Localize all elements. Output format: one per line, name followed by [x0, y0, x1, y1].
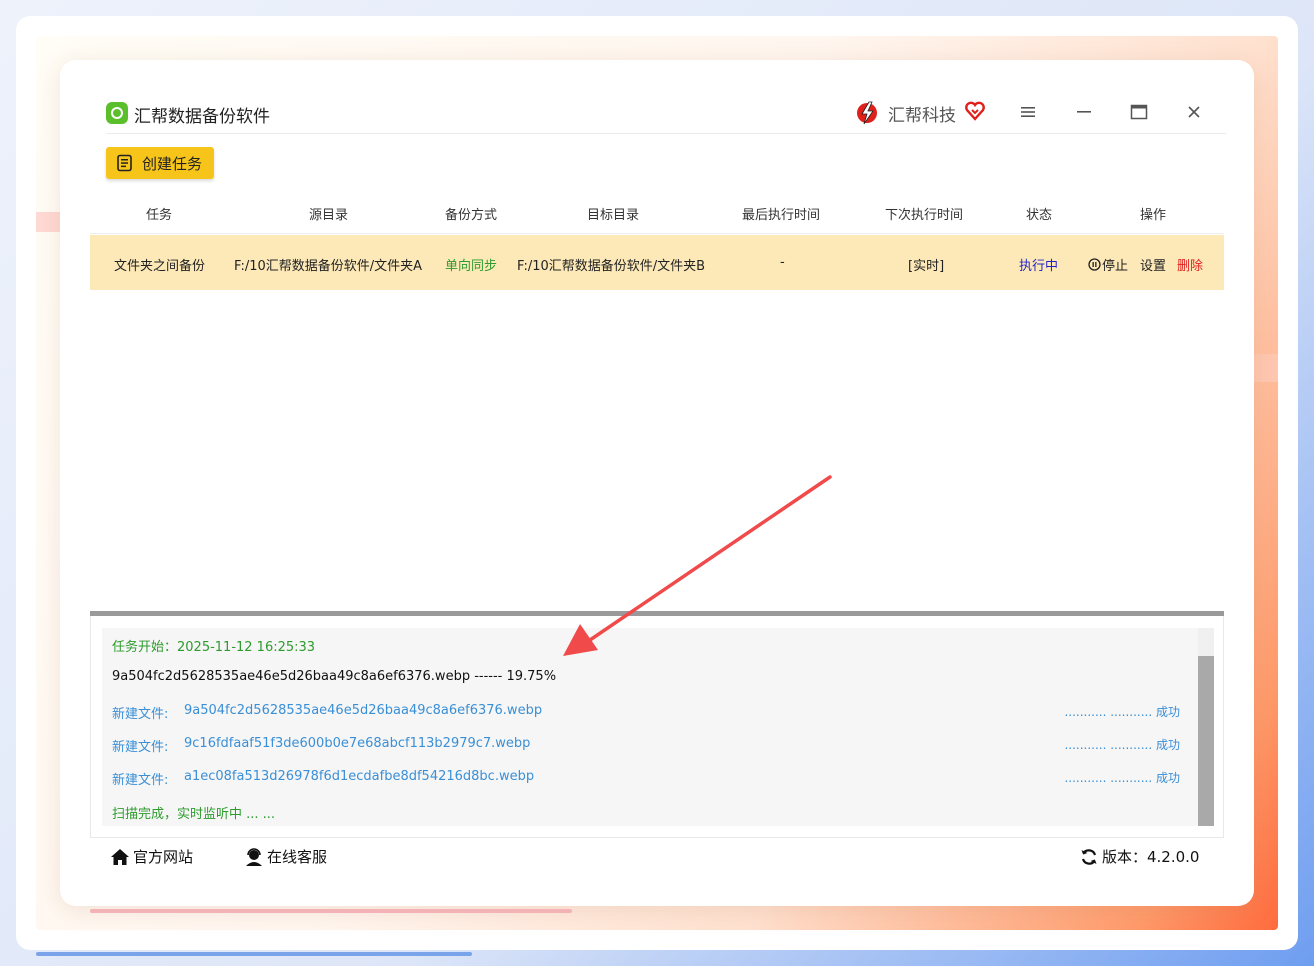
home-icon: [111, 848, 129, 865]
cell-task: 文件夹之间备份: [114, 259, 206, 274]
pause-icon: [1088, 258, 1101, 271]
app-window: 汇帮数据备份软件 汇帮科技 创建任务 任务 源目录 备份方式 目标目录 最后执行…: [60, 60, 1254, 906]
log-entry-file: 9c16fdfaaf51f3de600b0e7e68abcf113b2979c7…: [184, 736, 531, 751]
delete-button[interactable]: 删除: [1177, 255, 1203, 274]
create-task-label: 创建任务: [142, 154, 203, 173]
support-icon: [246, 847, 262, 866]
version-info: 版本：4.2.0.0: [1080, 846, 1199, 867]
stop-label: 停止: [1102, 259, 1129, 274]
maximize-icon[interactable]: [1127, 100, 1151, 124]
log-entry-label: 新建文件:: [112, 773, 169, 788]
cell-status[interactable]: 执行中: [1019, 255, 1058, 274]
settings-button[interactable]: 设置: [1140, 255, 1166, 274]
column-header-mode: 备份方式: [445, 208, 498, 223]
close-icon[interactable]: [1182, 100, 1206, 124]
cell-next-run: [实时]: [908, 259, 945, 274]
title-bar: 汇帮数据备份软件 汇帮科技: [106, 100, 1226, 134]
log-entry-status: ........... ........... 成功: [1064, 705, 1180, 719]
background-band: [36, 212, 62, 232]
table-row[interactable]: 文件夹之间备份 F:/10汇帮数据备份软件/文件夹A 单向同步 F:/10汇帮数…: [90, 235, 1224, 290]
log-scrollbar-thumb[interactable]: [1198, 656, 1214, 826]
stop-button[interactable]: 停止: [1088, 255, 1128, 274]
menu-icon[interactable]: [1016, 100, 1040, 124]
create-task-button[interactable]: 创建任务: [106, 147, 214, 179]
log-progress-line: 9a504fc2d5628535ae46e5d26baa49c8a6ef6376…: [112, 669, 557, 684]
cell-last-run: -: [780, 255, 785, 270]
online-support-label: 在线客服: [267, 848, 328, 866]
app-logo-icon: [106, 102, 128, 124]
column-header-status: 状态: [1026, 208, 1053, 223]
log-end-line: 扫描完成，实时监听中 ... ...: [112, 807, 276, 822]
column-header-last-run: 最后执行时间: [742, 208, 821, 223]
cell-mode: 单向同步: [445, 259, 498, 274]
brand-heart-icon: [965, 101, 985, 121]
log-start-line: 任务开始：2025-11-12 16:25:33: [112, 640, 316, 655]
refresh-icon: [1081, 848, 1097, 865]
column-header-task: 任务: [146, 208, 173, 223]
brand-bolt-icon: [857, 101, 877, 125]
column-header-source: 源目录: [309, 208, 349, 223]
log-entry-status: ........... ........... 成功: [1064, 771, 1180, 785]
cell-source: F:/10汇帮数据备份软件/文件夹A: [234, 259, 423, 274]
log-entry-label: 新建文件:: [112, 740, 169, 755]
column-header-actions: 操作: [1140, 208, 1167, 223]
cell-target: F:/10汇帮数据备份软件/文件夹B: [517, 259, 706, 274]
task-list-icon: [117, 154, 132, 172]
online-support-link[interactable]: 在线客服: [244, 846, 327, 867]
background-band: [1254, 354, 1278, 382]
app-title: 汇帮数据备份软件: [134, 107, 270, 127]
brand-name: 汇帮科技: [888, 106, 956, 126]
log-panel: 任务开始：2025-11-12 16:25:33 9a504fc2d562853…: [90, 616, 1224, 838]
log-entry-file: a1ec08fa513d26978f6d1ecdafbe8df54216d8bc…: [184, 769, 535, 784]
official-website-link[interactable]: 官方网站: [110, 846, 193, 867]
official-website-label: 官方网站: [133, 848, 194, 866]
log-content: 任务开始：2025-11-12 16:25:33 9a504fc2d562853…: [102, 628, 1198, 826]
decorative-bar: [36, 952, 472, 956]
log-entry-label: 新建文件:: [112, 707, 169, 722]
table-header: 任务 源目录 备份方式 目标目录 最后执行时间 下次执行时间 状态 操作: [90, 200, 1224, 234]
log-entry-status: ........... ........... 成功: [1064, 738, 1180, 752]
minimize-icon[interactable]: [1072, 100, 1096, 124]
log-entry-file: 9a504fc2d5628535ae46e5d26baa49c8a6ef6376…: [184, 703, 543, 718]
decorative-bar: [90, 909, 572, 913]
column-header-next-run: 下次执行时间: [885, 208, 964, 223]
version-label: 版本：4.2.0.0: [1102, 848, 1200, 866]
column-header-target: 目标目录: [587, 208, 640, 223]
